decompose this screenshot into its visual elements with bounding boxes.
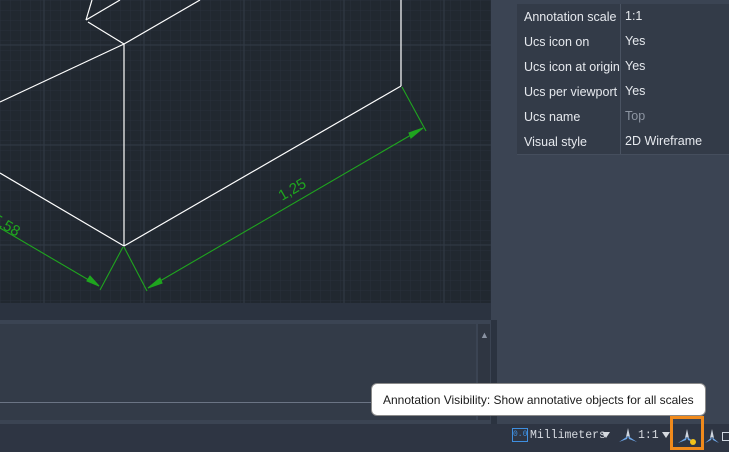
property-value: 2D Wireframe: [625, 134, 703, 148]
scroll-up-icon[interactable]: ▲: [480, 330, 489, 340]
property-row-ucs-per-viewport[interactable]: Ucs per viewport Yes: [517, 79, 729, 105]
highlight-frame: [670, 416, 704, 450]
annotation-scale-label[interactable]: 1:1: [638, 429, 659, 442]
property-row-visual-style[interactable]: Visual style 2D Wireframe: [517, 129, 729, 155]
drawing-viewport[interactable]: 1,25 95,58: [0, 0, 491, 303]
property-value-cell[interactable]: Top: [620, 104, 729, 129]
property-value-cell[interactable]: Yes: [620, 54, 729, 79]
chevron-down-icon[interactable]: [602, 432, 610, 438]
property-row-ucs-icon-at-origin[interactable]: Ucs icon at origin Yes: [517, 54, 729, 80]
property-value-cell[interactable]: 1:1: [620, 4, 729, 29]
property-name: Ucs per viewport: [524, 85, 618, 99]
status-bar: 0.0 Millimeters 1:1: [0, 424, 729, 452]
tooltip: Annotation Visibility: Show annotative o…: [371, 383, 706, 416]
property-value-cell[interactable]: Yes: [620, 29, 729, 54]
auto-scale-icon[interactable]: [704, 428, 720, 446]
annotation-scale-icon[interactable]: [618, 427, 638, 445]
property-value: Top: [625, 109, 646, 123]
units-icon[interactable]: 0.0: [512, 428, 528, 442]
property-value-cell[interactable]: Yes: [620, 79, 729, 104]
chevron-down-icon[interactable]: [662, 432, 670, 438]
property-name: Ucs name: [524, 110, 581, 124]
property-row-ucs-name[interactable]: Ucs name Top: [517, 104, 729, 130]
property-row-annotation-scale[interactable]: Annotation scale 1:1: [517, 4, 729, 30]
drawing-canvas[interactable]: 1,25 95,58: [0, 0, 491, 303]
property-value: Yes: [625, 34, 646, 48]
property-name: Visual style: [524, 135, 587, 149]
property-name: Annotation scale: [524, 10, 617, 24]
property-value: 1:1: [625, 9, 643, 23]
property-value: Yes: [625, 59, 646, 73]
property-value: Yes: [625, 84, 646, 98]
property-value-cell[interactable]: 2D Wireframe: [620, 129, 729, 154]
property-name: Ucs icon at origin: [524, 60, 620, 74]
property-name: Ucs icon on: [524, 35, 590, 49]
properties-palette: Annotation scale 1:1 Ucs icon on Yes Ucs…: [497, 0, 729, 424]
units-label[interactable]: Millimeters: [530, 429, 606, 442]
tooltip-text: Annotation Visibility: Show annotative o…: [383, 393, 694, 407]
workspace-icon[interactable]: [722, 432, 729, 441]
property-row-ucs-icon-on[interactable]: Ucs icon on Yes: [517, 29, 729, 55]
